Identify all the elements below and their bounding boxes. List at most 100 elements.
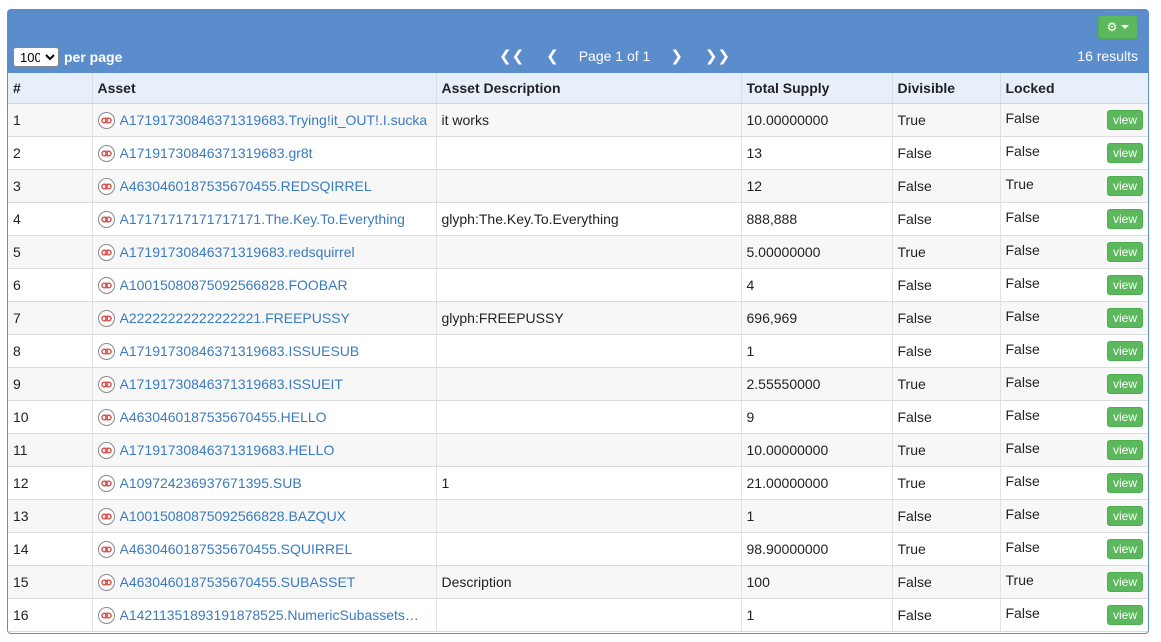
- divisible-value: True: [892, 235, 1001, 269]
- asset-link[interactable]: A17191730846371319683.gr8t: [120, 145, 313, 161]
- next-page-button[interactable]: ❯: [670, 47, 683, 65]
- locked-cell: False view: [1000, 400, 1148, 434]
- column-header-divisible[interactable]: Divisible: [892, 73, 1001, 104]
- column-header-locked[interactable]: Locked: [1000, 73, 1148, 104]
- locked-cell: False view: [1000, 499, 1148, 533]
- asset-link[interactable]: A4630460187535670455.SUBASSET: [120, 574, 356, 590]
- row-number: 16: [8, 598, 93, 632]
- view-button[interactable]: view: [1107, 209, 1143, 229]
- column-header-supply[interactable]: Total Supply: [741, 73, 893, 104]
- locked-value: False: [1005, 308, 1040, 324]
- asset-link[interactable]: A22222222222222221.FREEPUSSY: [120, 310, 350, 326]
- asset-cell: A22222222222222221.FREEPUSSY: [92, 301, 437, 335]
- asset-link-icon: [97, 606, 115, 624]
- view-button[interactable]: view: [1107, 110, 1143, 130]
- column-header-number[interactable]: #: [8, 73, 93, 104]
- view-button[interactable]: view: [1107, 275, 1143, 295]
- assets-panel: ⚙ 100 per page ❮❮ ❮ Page 1 of 1 ❯ ❯❯ 16 …: [7, 9, 1149, 634]
- asset-description: it works: [436, 103, 742, 137]
- total-supply: 888,888: [741, 202, 893, 236]
- asset-link-icon: [97, 342, 115, 360]
- column-header-description[interactable]: Asset Description: [436, 73, 742, 104]
- asset-link-icon: [97, 177, 115, 195]
- first-page-button[interactable]: ❮❮: [499, 47, 524, 65]
- view-button[interactable]: view: [1107, 506, 1143, 526]
- asset-description: [436, 499, 742, 533]
- locked-cell: False view: [1000, 202, 1148, 236]
- total-supply: 12: [741, 169, 893, 203]
- asset-link-icon: [97, 111, 115, 129]
- asset-cell: A17191730846371319683.gr8t: [92, 136, 437, 170]
- asset-link[interactable]: A17171717171717171.The.Key.To.Everything: [120, 211, 405, 227]
- asset-link[interactable]: A17191730846371319683.redsquirrel: [120, 244, 355, 260]
- row-number: 2: [8, 136, 93, 170]
- table-row: 2 A17191730846371319683.gr8t 13 False Fa…: [8, 136, 1148, 170]
- view-button[interactable]: view: [1107, 176, 1143, 196]
- view-button[interactable]: view: [1107, 308, 1143, 328]
- view-button[interactable]: view: [1107, 572, 1143, 592]
- total-supply: 1: [741, 334, 893, 368]
- locked-cell: False view: [1000, 136, 1148, 170]
- locked-value: False: [1005, 440, 1040, 456]
- results-count: 16 results: [1077, 48, 1138, 64]
- asset-link[interactable]: A14211351893191878525.NumericSubassets…: [120, 607, 419, 623]
- locked-value: True: [1005, 176, 1034, 192]
- asset-description: glyph:FREEPUSSY: [436, 301, 742, 335]
- asset-cell: A17171717171717171.The.Key.To.Everything: [92, 202, 437, 236]
- total-supply: 4: [741, 268, 893, 302]
- column-header-asset[interactable]: Asset: [92, 73, 437, 104]
- divisible-value: False: [892, 565, 1001, 599]
- divisible-value: False: [892, 202, 1001, 236]
- locked-value: False: [1005, 407, 1040, 423]
- pagination: ❮❮ ❮ Page 1 of 1 ❯ ❯❯: [499, 47, 730, 65]
- asset-link[interactable]: A17191730846371319683.HELLO: [120, 442, 335, 458]
- locked-value: False: [1005, 209, 1040, 225]
- locked-cell: False view: [1000, 301, 1148, 335]
- view-button[interactable]: view: [1107, 440, 1143, 460]
- asset-link[interactable]: A10015080875092566828.FOOBAR: [120, 277, 348, 293]
- view-button[interactable]: view: [1107, 407, 1143, 427]
- per-page-label: per page: [64, 49, 123, 65]
- table-row: 8 A17191730846371319683.ISSUESUB 1 False…: [8, 334, 1148, 368]
- asset-link-icon: [97, 243, 115, 261]
- asset-cell: A4630460187535670455.SQUIRREL: [92, 532, 437, 566]
- last-page-button[interactable]: ❯❯: [705, 47, 730, 65]
- locked-cell: False view: [1000, 268, 1148, 302]
- table-row: 6 A10015080875092566828.FOOBAR 4 False F…: [8, 268, 1148, 302]
- asset-cell: A17191730846371319683.ISSUEIT: [92, 367, 437, 401]
- divisible-value: False: [892, 334, 1001, 368]
- table-row: 9 A17191730846371319683.ISSUEIT 2.555500…: [8, 367, 1148, 401]
- asset-link[interactable]: A17191730846371319683.ISSUEIT: [120, 376, 343, 392]
- view-button[interactable]: view: [1107, 374, 1143, 394]
- asset-link[interactable]: A4630460187535670455.SQUIRREL: [120, 541, 353, 557]
- asset-description: [436, 169, 742, 203]
- table-row: 4 A17171717171717171.The.Key.To.Everythi…: [8, 202, 1148, 236]
- table-row: 13 A10015080875092566828.BAZQUX 1 False …: [8, 499, 1148, 533]
- settings-dropdown-button[interactable]: ⚙: [1098, 15, 1138, 39]
- asset-link[interactable]: A109724236937671395.SUB: [120, 475, 302, 491]
- asset-link[interactable]: A17191730846371319683.Trying!it_OUT!.I.s…: [120, 112, 428, 128]
- table-row: 12 A109724236937671395.SUB 1 21.00000000…: [8, 466, 1148, 500]
- view-button[interactable]: view: [1107, 473, 1143, 493]
- asset-link[interactable]: A4630460187535670455.REDSQIRREL: [120, 178, 372, 194]
- view-button[interactable]: view: [1107, 143, 1143, 163]
- asset-description: [436, 268, 742, 302]
- divisible-value: False: [892, 499, 1001, 533]
- view-button[interactable]: view: [1107, 242, 1143, 262]
- asset-cell: A17191730846371319683.HELLO: [92, 433, 437, 467]
- table-row: 7 A22222222222222221.FREEPUSSY glyph:FRE…: [8, 301, 1148, 335]
- asset-link[interactable]: A10015080875092566828.BAZQUX: [120, 508, 347, 524]
- asset-link[interactable]: A4630460187535670455.HELLO: [120, 409, 327, 425]
- view-button[interactable]: view: [1107, 605, 1143, 625]
- view-button[interactable]: view: [1107, 539, 1143, 559]
- asset-description: 1: [436, 466, 742, 500]
- divisible-value: False: [892, 400, 1001, 434]
- asset-link-icon: [97, 441, 115, 459]
- table-row: 3 A4630460187535670455.REDSQIRREL 12 Fal…: [8, 169, 1148, 203]
- view-button[interactable]: view: [1107, 341, 1143, 361]
- asset-link[interactable]: A17191730846371319683.ISSUESUB: [120, 343, 360, 359]
- divisible-value: False: [892, 169, 1001, 203]
- prev-page-button[interactable]: ❮: [546, 47, 559, 65]
- locked-value: False: [1005, 539, 1040, 555]
- per-page-select[interactable]: 100: [13, 47, 59, 67]
